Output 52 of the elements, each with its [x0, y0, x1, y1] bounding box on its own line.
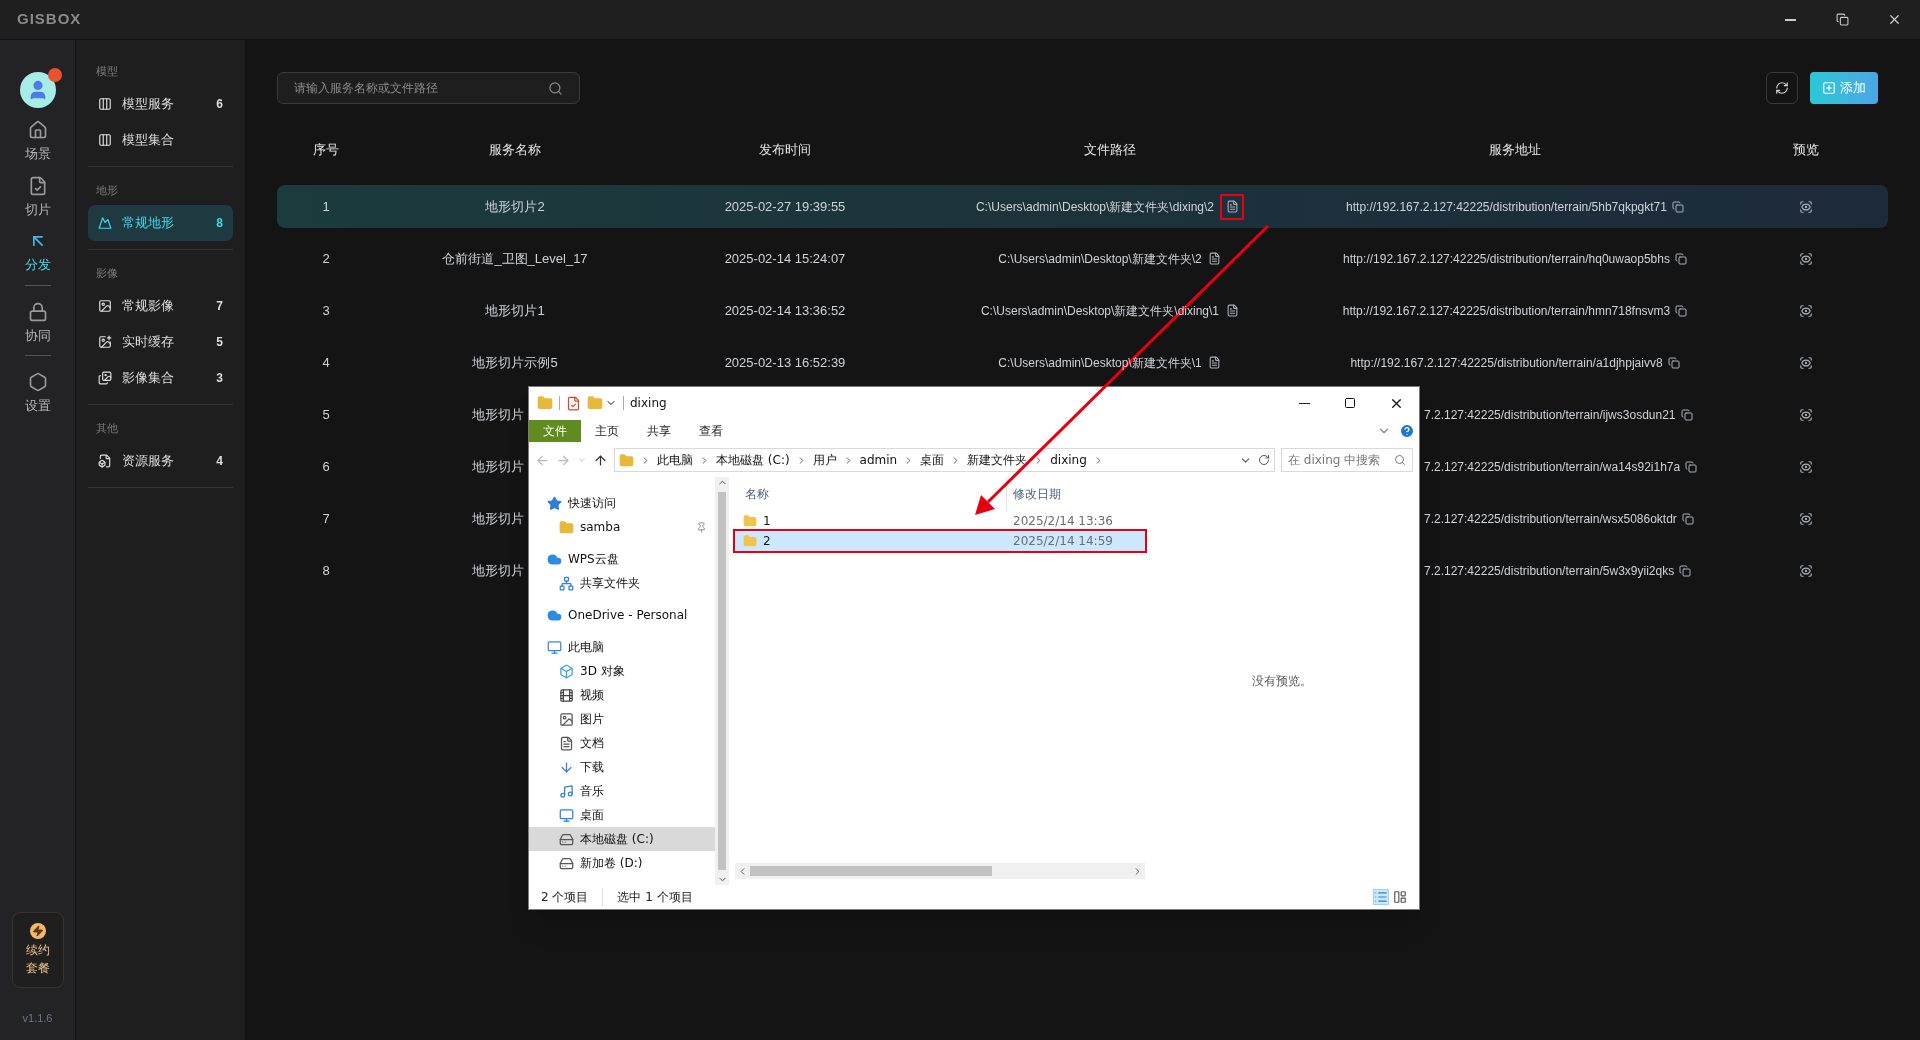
table-cell-text: 地形切片 — [472, 405, 524, 424]
column-header: 服务名称 — [489, 141, 541, 160]
column-header: 文件路径 — [1084, 141, 1136, 160]
table-cell-text: 地形切片示例5 — [472, 353, 558, 372]
section-title: 其他 — [95, 420, 119, 436]
section-title: 模型 — [95, 63, 119, 79]
column-header: 预览 — [1792, 141, 1819, 160]
table-cell-text: 地形切片 — [472, 561, 524, 580]
table-cell-text: C:\Users\admin\Desktop\新建文件夹\2 — [998, 250, 1202, 268]
table-cell-text: 7.2.127:42225/distribution/terrain/5w3x9yii2qks — [1424, 562, 1675, 580]
table-cell-text: 6 — [322, 457, 330, 476]
table-cell-text: 5 — [322, 405, 330, 424]
item-count: 8 — [216, 215, 223, 232]
table-cell-text: http://192.167.2.127:42225/distribution/terrain/hq0uwaop5bhs — [1343, 250, 1670, 268]
item-count: 6 — [216, 96, 223, 113]
table-cell-text: http://192.167.2.127:42225/distribution/terrain/a1djhpjaivv8 — [1350, 354, 1663, 372]
table-cell-text: 2025-02-27 19:39:55 — [724, 197, 846, 216]
item-count: 4 — [216, 453, 223, 470]
table-cell-text: 地形切片 — [472, 457, 524, 476]
section-title: 地形 — [95, 182, 119, 198]
column-header: 服务地址 — [1489, 141, 1541, 160]
section-title: 影像 — [95, 265, 119, 281]
status-text: 选中 1 个项目 — [602, 888, 707, 906]
column-header: 发布时间 — [759, 141, 811, 160]
table-cell-text: 8 — [322, 561, 330, 580]
table-cell-text: C:\Users\admin\Desktop\新建文件夹\dixing\2 — [975, 198, 1215, 216]
table-cell-text: 2025-02-14 13:36:52 — [724, 301, 846, 320]
table-cell-text: 7.2.127:42225/distribution/terrain/ijws3osdun21 — [1424, 406, 1676, 424]
table-cell-text: 2025-02-13 16:52:39 — [724, 353, 846, 372]
item-count: 5 — [216, 334, 223, 351]
table-cell-text: 4 — [322, 353, 330, 372]
table-cell-text: 2025-02-14 15:24:07 — [724, 249, 846, 268]
table-cell-text: 地形切片2 — [485, 197, 545, 216]
column-header: 序号 — [313, 141, 339, 160]
table-cell-text: 3 — [322, 301, 330, 320]
table-cell-text: 7.2.127:42225/distribution/terrain/wa14s92i1h7a — [1424, 458, 1681, 476]
table-cell-text: 7.2.127:42225/distribution/terrain/wsx5086oktdr — [1424, 510, 1677, 528]
app-logo: GISBOX — [17, 9, 82, 30]
version-label: v1.1.6 — [22, 1010, 53, 1026]
window-title: dixing — [630, 395, 667, 412]
table-cell-text: 地形切片1 — [485, 301, 545, 320]
preview-message: 没有预览。 — [1252, 673, 1312, 690]
table-cell-text: 仓前街道_卫图_Level_17 — [442, 249, 588, 268]
status-text: 2 个项目 — [541, 889, 590, 906]
table-cell-text: 2 — [322, 249, 330, 268]
table-cell-text: 7 — [322, 509, 330, 528]
table-cell-text: http://192.167.2.127:42225/distribution/terrain/5hb7qkpgkt71 — [1346, 198, 1667, 216]
item-count: 3 — [216, 370, 223, 387]
table-cell-text: 地形切片 — [472, 509, 524, 528]
table-cell-text: http://192.167.2.127:42225/distribution/terrain/hmn718fnsvm3 — [1342, 302, 1671, 320]
table-cell-text: 1 — [322, 197, 330, 216]
item-count: 7 — [216, 298, 223, 315]
